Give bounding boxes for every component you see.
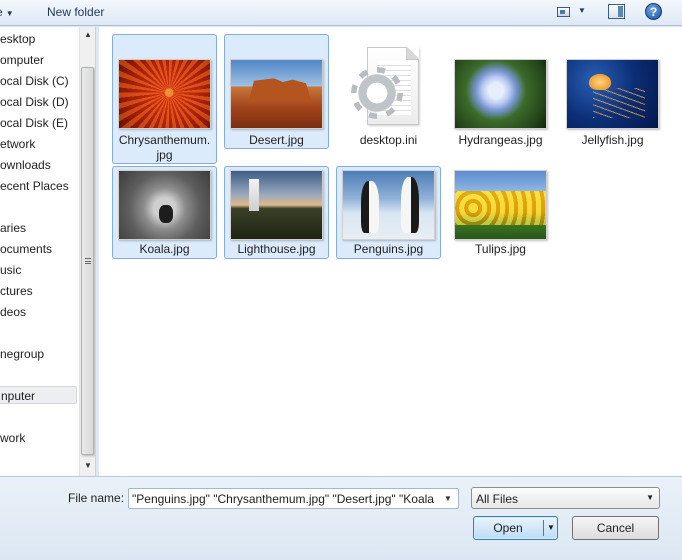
nav-item-local-disk-e[interactable]: ocal Disk (E) bbox=[0, 114, 68, 132]
split-divider bbox=[543, 520, 544, 536]
chevron-down-icon[interactable]: ▼ bbox=[440, 491, 456, 507]
nav-item-local-disk-c[interactable]: ocal Disk (C) bbox=[0, 72, 69, 90]
file-type-select[interactable]: All Files ▼ bbox=[471, 487, 660, 509]
file-name-input[interactable] bbox=[132, 491, 434, 507]
file-tile-desktop-ini[interactable]: desktop.ini bbox=[336, 34, 441, 149]
nav-item-recent-places[interactable]: ecent Places bbox=[0, 177, 69, 195]
nav-item-computer-selected[interactable]: nputer bbox=[0, 386, 77, 404]
scroll-down-icon[interactable]: ▼ bbox=[84, 461, 92, 470]
file-name-label: File name: bbox=[68, 491, 125, 505]
nav-item-music[interactable]: usic bbox=[0, 261, 21, 279]
cancel-button[interactable]: Cancel bbox=[572, 516, 659, 540]
nav-item-computer[interactable]: omputer bbox=[0, 51, 44, 69]
file-name: Penguins.jpg bbox=[353, 242, 424, 256]
open-button-label: Open bbox=[493, 521, 523, 535]
file-name-line2: jpg bbox=[156, 148, 173, 162]
file-type-value: All Files bbox=[476, 492, 519, 506]
grip-icon bbox=[85, 258, 91, 264]
chevron-down-icon[interactable]: ▼ bbox=[545, 517, 557, 539]
chevron-down-icon: ▼ bbox=[646, 493, 654, 502]
thumbnail-image bbox=[454, 170, 547, 240]
nav-item-videos[interactable]: deos bbox=[0, 303, 26, 321]
file-list: Chrysanthemum. jpg Desert.jpg desktop.in… bbox=[99, 27, 682, 476]
nav-item-pictures[interactable]: ctures bbox=[0, 282, 33, 300]
nav-scrollbar[interactable]: ▲ ▼ bbox=[79, 27, 95, 476]
organize-label: e bbox=[0, 5, 3, 19]
file-name: Koala.jpg bbox=[139, 242, 190, 256]
file-name-line1: Chrysanthemum. bbox=[118, 133, 211, 147]
nav-item-desktop[interactable]: esktop bbox=[0, 30, 35, 48]
gear-icon bbox=[353, 69, 401, 117]
thumbnail-image bbox=[454, 59, 547, 129]
nav-item-libraries[interactable]: aries bbox=[0, 219, 26, 237]
new-folder-button[interactable]: New folder bbox=[47, 5, 104, 19]
nav-item-documents[interactable]: ocuments bbox=[0, 240, 52, 258]
settings-file-icon bbox=[353, 47, 421, 131]
thumbnail-image bbox=[118, 59, 211, 129]
nav-item-homegroup[interactable]: negroup bbox=[0, 345, 44, 363]
file-name: Hydrangeas.jpg bbox=[458, 133, 543, 147]
file-tile-koala[interactable]: Koala.jpg bbox=[112, 166, 217, 259]
file-tile-tulips[interactable]: Tulips.jpg bbox=[448, 166, 553, 259]
organize-menu[interactable]: e▼ bbox=[0, 5, 14, 19]
file-name: Desert.jpg bbox=[249, 133, 304, 147]
change-view-button[interactable]: ▼ bbox=[554, 4, 590, 21]
file-tile-penguins[interactable]: Penguins.jpg bbox=[336, 166, 441, 259]
nav-item-downloads[interactable]: ownloads bbox=[0, 156, 51, 174]
dialog-footer: File name: ▼ All Files ▼ Open ▼ Cancel bbox=[0, 476, 682, 560]
scrollbar-thumb[interactable] bbox=[81, 67, 94, 455]
help-button[interactable]: ? bbox=[645, 3, 662, 20]
nav-item-network[interactable]: etwork bbox=[0, 135, 35, 153]
thumbnail-image bbox=[566, 59, 659, 129]
thumbnail-image bbox=[230, 59, 323, 129]
file-tile-hydrangeas[interactable]: Hydrangeas.jpg bbox=[448, 34, 553, 149]
file-tile-desert[interactable]: Desert.jpg bbox=[224, 34, 329, 149]
open-button[interactable]: Open ▼ bbox=[473, 516, 558, 540]
file-name: Tulips.jpg bbox=[475, 242, 526, 256]
navigation-pane: esktop omputer ocal Disk (C) ocal Disk (… bbox=[0, 27, 96, 476]
nav-item-network-root[interactable]: work bbox=[0, 429, 25, 447]
file-name-combobox[interactable]: ▼ bbox=[128, 488, 459, 509]
thumbnail-image bbox=[342, 170, 435, 240]
view-icon bbox=[557, 7, 570, 17]
file-tile-chrysanthemum[interactable]: Chrysanthemum. jpg bbox=[112, 34, 217, 164]
file-tile-jellyfish[interactable]: Jellyfish.jpg bbox=[560, 34, 665, 149]
chevron-down-icon: ▼ bbox=[5, 9, 14, 18]
file-name: desktop.ini bbox=[359, 133, 418, 147]
preview-pane-button[interactable] bbox=[608, 4, 625, 19]
thumbnail-image bbox=[230, 170, 323, 240]
thumbnail-image bbox=[118, 170, 211, 240]
chevron-down-icon[interactable]: ▼ bbox=[578, 6, 586, 15]
file-name: Lighthouse.jpg bbox=[237, 242, 316, 256]
nav-item-local-disk-d[interactable]: ocal Disk (D) bbox=[0, 93, 69, 111]
scroll-up-icon[interactable]: ▲ bbox=[84, 30, 92, 39]
file-name: Jellyfish.jpg bbox=[581, 133, 644, 147]
command-bar: e▼ New folder ▼ ? bbox=[0, 0, 682, 26]
file-tile-lighthouse[interactable]: Lighthouse.jpg bbox=[224, 166, 329, 259]
